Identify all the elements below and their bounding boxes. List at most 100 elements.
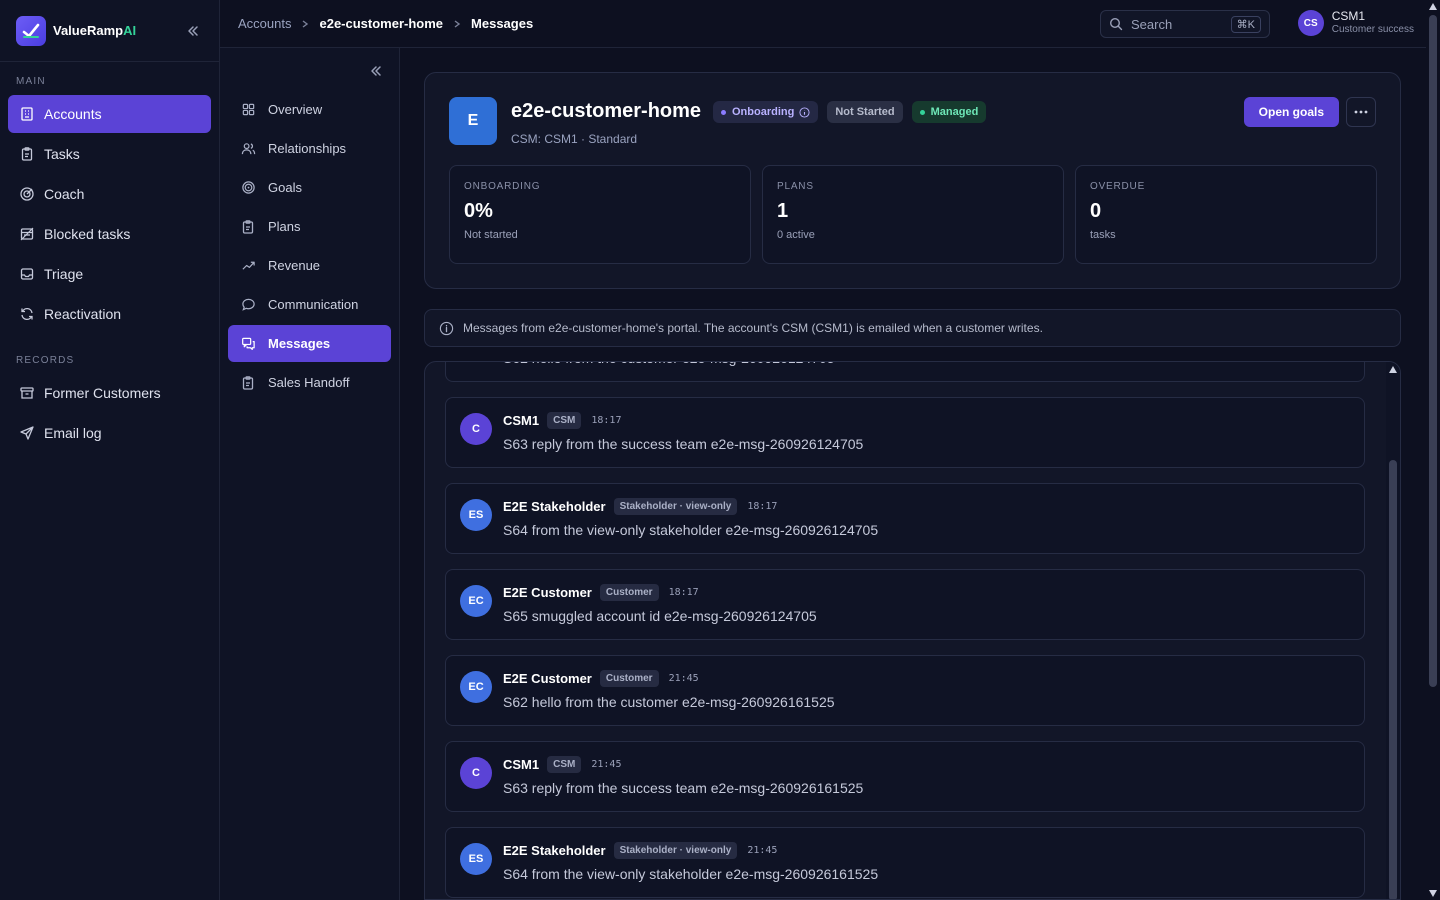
sidebar-item-tasks[interactable]: Tasks <box>8 135 211 173</box>
subnav-item-label: Relationships <box>268 141 347 156</box>
breadcrumb-current: Messages <box>471 16 534 31</box>
scroll-up-icon[interactable] <box>1389 366 1397 373</box>
clipboard-icon <box>240 375 256 391</box>
subnav-item-communication[interactable]: Communication <box>228 286 391 323</box>
info-text: Messages from e2e-customer-home's portal… <box>463 321 1043 335</box>
avatar: EC <box>460 585 492 617</box>
messages-scrollbar[interactable] <box>1386 362 1400 899</box>
more-options-icon[interactable] <box>1346 97 1376 127</box>
avatar: EC <box>460 671 492 703</box>
message-item: EC E2E Customer Customer 21:45 S62 hello fro… <box>445 655 1365 726</box>
scroll-down-icon[interactable] <box>1429 890 1437 897</box>
subnav-item-label: Communication <box>268 297 359 312</box>
user-name: CSM1 <box>1331 9 1366 23</box>
goal-icon <box>240 180 256 196</box>
message-time: 18:17 <box>591 415 622 426</box>
chevron-right-icon <box>452 19 462 29</box>
role-badge: CSM <box>547 756 582 773</box>
sidebar-item-label: Tasks <box>44 146 80 162</box>
open-goals-button[interactable]: Open goals <box>1243 97 1339 127</box>
account-name: e2e-customer-home <box>511 100 702 122</box>
sidebar-item-email-log[interactable]: Email log <box>8 414 211 452</box>
clipboard-icon <box>240 219 256 235</box>
main-sidebar: ValueRampAI MAIN Accounts Tasks Coach Block… <box>0 0 220 900</box>
account-avatar: E <box>449 97 497 145</box>
stat-label: PLANS <box>777 181 814 192</box>
subnav-item-relationships[interactable]: Relationships <box>228 130 391 167</box>
message-body: S62 hello from the customer e2e-msg-2609… <box>503 362 835 366</box>
scroll-up-icon[interactable] <box>1429 3 1437 10</box>
inbox-icon <box>18 265 36 283</box>
managed-badge: Managed <box>911 101 987 123</box>
page-scroll-thumb[interactable] <box>1429 15 1437 687</box>
brand: ValueRampAI <box>0 0 219 62</box>
message-time: 21:45 <box>747 845 778 856</box>
onboarding-badge[interactable]: Onboarding <box>713 101 819 123</box>
account-subnav: Overview Relationships Goals Plans Revenue Co… <box>220 48 400 900</box>
collapse-sidebar-icon[interactable] <box>183 21 203 41</box>
stat-value: 1 <box>777 200 789 222</box>
message-author: E2E Stakeholder <box>503 499 606 514</box>
stat-subtext: 0 active <box>777 229 815 241</box>
user-role: Customer success <box>1331 24 1414 35</box>
sidebar-item-label: Reactivation <box>44 306 122 322</box>
subnav-item-sales-handoff[interactable]: Sales Handoff <box>228 364 391 401</box>
message-time: 18:17 <box>668 587 699 598</box>
message-item: ECE2E CustomerCustomer18:17S62 hello fro… <box>445 362 1365 382</box>
stat-value: 0% <box>464 200 493 222</box>
message-body: S65 smuggled account id e2e-msg-26092612… <box>503 608 817 624</box>
message-author: CSM1 <box>503 757 540 772</box>
message-item: EC E2E Customer Customer 18:17 S65 smuggled … <box>445 569 1365 640</box>
message-body: S63 reply from the success team e2e-msg-… <box>503 780 864 796</box>
search-input[interactable]: Search ⌘K <box>1100 10 1270 38</box>
brand-name: ValueRampAI <box>53 23 137 38</box>
sidebar-item-label: Email log <box>44 425 102 441</box>
avatar: C <box>460 757 492 789</box>
trend-icon <box>240 258 256 274</box>
page-scrollbar[interactable] <box>1426 0 1440 900</box>
message-body: S64 from the view-only stakeholder e2e-m… <box>503 522 879 538</box>
subnav-item-plans[interactable]: Plans <box>228 208 391 245</box>
sidebar-item-label: Coach <box>44 186 85 202</box>
subnav-item-label: Revenue <box>268 258 321 273</box>
role-badge: Customer <box>599 670 659 687</box>
sidebar-item-coach[interactable]: Coach <box>8 175 211 213</box>
account-header-card: E e2e-customer-home Onboarding Not Start… <box>424 72 1401 289</box>
breadcrumb-account[interactable]: e2e-customer-home <box>319 16 443 31</box>
message-body: S63 reply from the success team e2e-msg-… <box>503 436 864 452</box>
sidebar-item-blocked-tasks[interactable]: Blocked tasks <box>8 215 211 253</box>
sidebar-item-label: Accounts <box>44 106 102 122</box>
blocked-icon <box>18 225 36 243</box>
subnav-item-goals[interactable]: Goals <box>228 169 391 206</box>
subnav-item-revenue[interactable]: Revenue <box>228 247 391 284</box>
scroll-thumb[interactable] <box>1389 460 1397 899</box>
target-icon <box>18 185 36 203</box>
user-menu[interactable]: CS CSM1 Customer success <box>1297 9 1414 36</box>
message-body: S62 hello from the customer e2e-msg-2609… <box>503 694 835 710</box>
sidebar-item-reactivation[interactable]: Reactivation <box>8 295 211 333</box>
message-item: ES E2E Stakeholder Stakeholder · view-only… <box>445 827 1365 898</box>
role-badge: Customer <box>599 584 659 601</box>
messages-icon <box>240 336 256 352</box>
sidebar-item-former-customers[interactable]: Former Customers <box>8 374 211 412</box>
search-placeholder: Search <box>1131 16 1173 32</box>
collapse-subnav-icon[interactable] <box>369 64 383 78</box>
sidebar-item-label: Former Customers <box>44 385 161 401</box>
subnav-item-overview[interactable]: Overview <box>228 91 391 128</box>
message-time: 18:17 <box>747 501 778 512</box>
messages-panel[interactable]: EC E2E Customer Customer 18:17 S62 hello fro… <box>424 361 1401 900</box>
breadcrumb-accounts[interactable]: Accounts <box>238 16 291 31</box>
stat-label: OVERDUE <box>1090 181 1146 192</box>
section-label-records: RECORDS <box>16 355 75 366</box>
message-author: E2E Customer <box>503 671 592 686</box>
avatar: ES <box>460 843 492 875</box>
message-body: S64 from the view-only stakeholder e2e-m… <box>503 866 879 882</box>
avatar: CS <box>1297 10 1324 36</box>
avatar: ES <box>460 499 492 531</box>
sidebar-item-triage[interactable]: Triage <box>8 255 211 293</box>
sidebar-item-accounts[interactable]: Accounts <box>8 95 211 133</box>
subnav-item-label: Messages <box>268 336 331 351</box>
subnav-item-messages[interactable]: Messages <box>228 325 391 362</box>
brand-logo-icon[interactable] <box>16 15 46 46</box>
sidebar-item-label: Triage <box>44 266 84 282</box>
